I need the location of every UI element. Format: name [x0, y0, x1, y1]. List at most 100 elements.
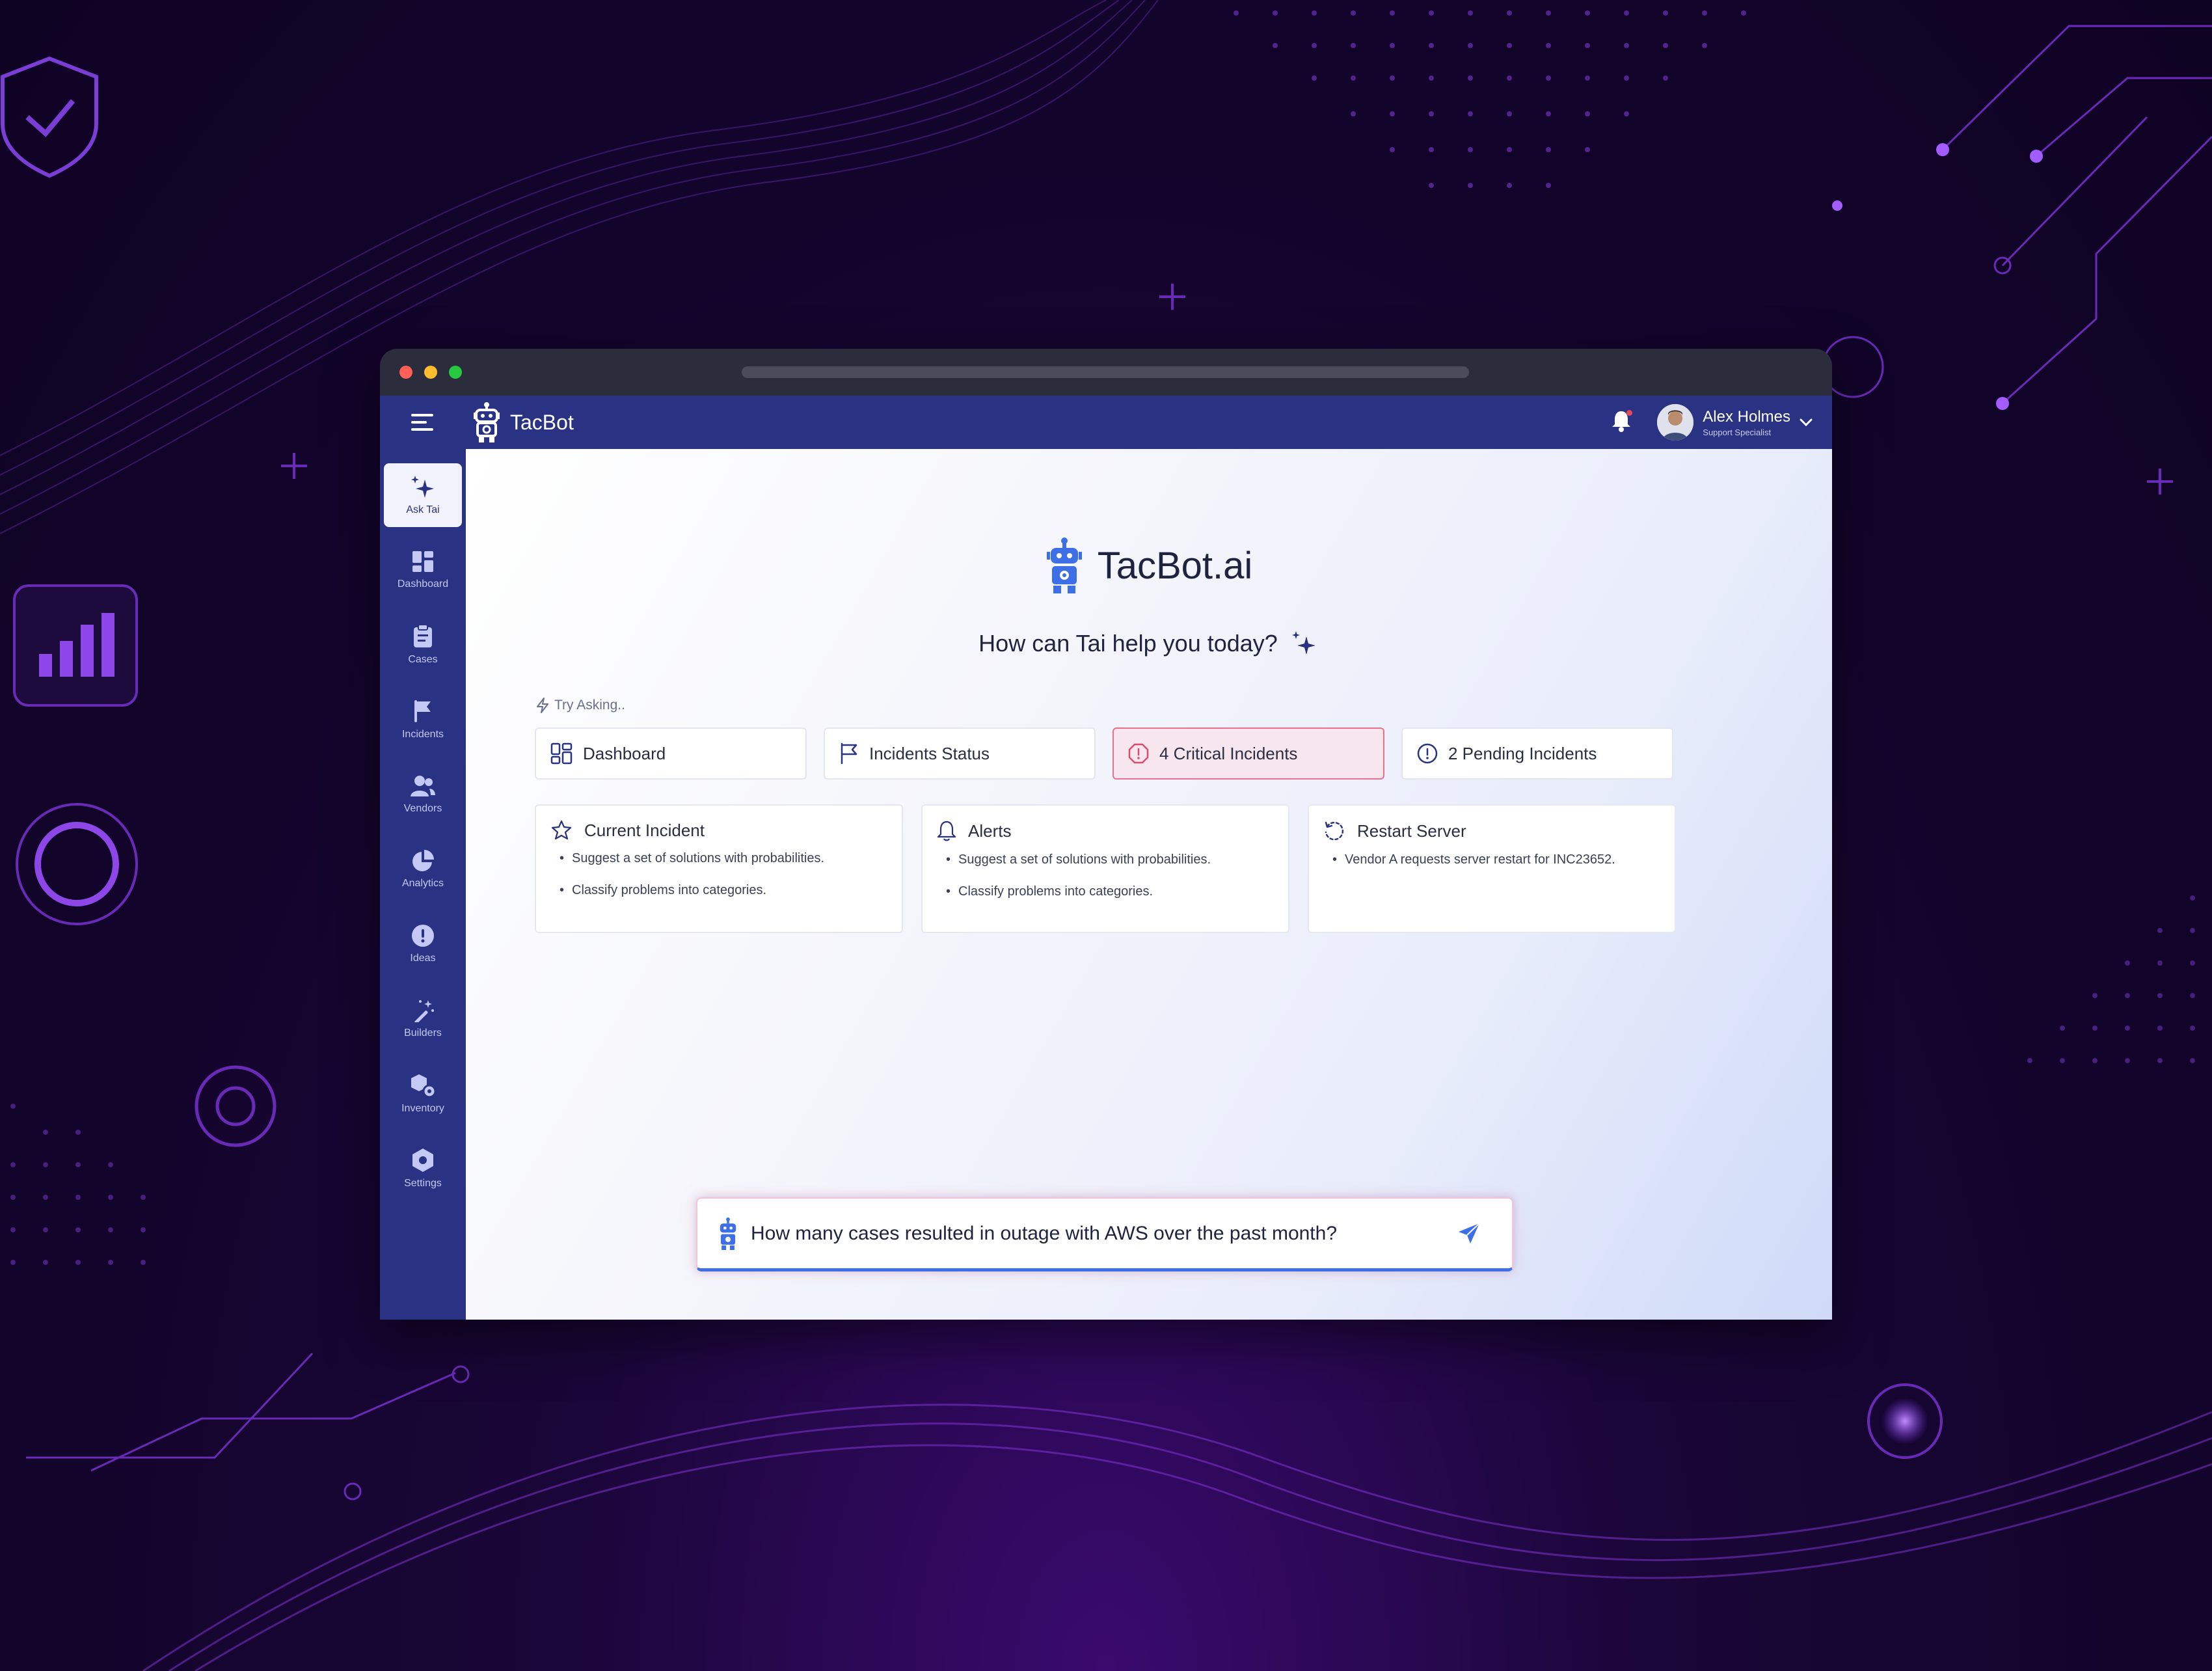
sparkle-icon [1291, 631, 1315, 655]
try-asking-label: Try Asking.. [554, 698, 625, 713]
chip-dashboard[interactable]: Dashboard [535, 727, 807, 780]
user-role: Support Specialist [1703, 427, 1772, 437]
close-window-button[interactable] [399, 366, 412, 379]
lightning-icon [537, 698, 548, 713]
sidebar-item-inventory[interactable]: Inventory [384, 1062, 462, 1126]
sidebar-item-label: Inventory [401, 1103, 444, 1114]
maximize-window-button[interactable] [449, 366, 462, 379]
hexagon-gear-icon [412, 1148, 433, 1172]
donut-icon [16, 803, 138, 925]
chip-label: 2 Pending Incidents [1448, 743, 1597, 763]
ask-bar [696, 1197, 1513, 1271]
robot-icon [474, 402, 500, 442]
sidebar-item-label: Analytics [401, 878, 444, 889]
card-restart-server[interactable]: Restart Server Vendor A requests server … [1308, 804, 1676, 933]
user-name: Alex Holmes [1703, 407, 1790, 426]
bar-chart-icon [13, 584, 138, 707]
sidebar-item-builders[interactable]: Builders [384, 987, 462, 1051]
sidebar-item-label: Incidents [401, 729, 444, 740]
magic-wand-icon [414, 1000, 434, 1022]
sidebar-item-incidents[interactable]: Incidents [384, 688, 462, 752]
card-bullet: Classify problems into categories. [560, 883, 887, 898]
gear-icon [195, 1065, 276, 1147]
browser-titlebar [380, 349, 1832, 396]
sidebar-item-label: Dashboard [397, 578, 449, 590]
try-asking: Try Asking.. [536, 698, 625, 713]
user-info[interactable]: Alex Holmes Support Specialist [1703, 408, 1790, 437]
chip-label: 4 Critical Incidents [1159, 743, 1298, 763]
card-alerts[interactable]: Alerts Suggest a set of solutions with p… [921, 804, 1289, 933]
sidebar: Ask Tai Dashboard Cases Incidents Vendor… [380, 449, 466, 1320]
exclamation-icon [412, 925, 434, 947]
sidebar-item-settings[interactable]: Settings [384, 1137, 462, 1201]
minimize-window-button[interactable] [424, 366, 437, 379]
send-icon [1459, 1222, 1480, 1243]
chip-pending-incidents[interactable]: 2 Pending Incidents [1401, 727, 1673, 780]
card-title: Current Incident [584, 820, 705, 840]
robot-icon [720, 1217, 736, 1250]
refresh-icon [1325, 821, 1343, 841]
chip-label: Incidents Status [869, 743, 990, 763]
avatar[interactable] [1657, 404, 1694, 441]
ask-input[interactable] [751, 1222, 1450, 1245]
grid-icon [550, 742, 573, 765]
robot-logo-icon [1046, 537, 1082, 593]
hero: TacBot.ai [466, 537, 1832, 593]
sidebar-item-ask-tai[interactable]: Ask Tai [384, 463, 462, 527]
card-bullet: Suggest a set of solutions with probabil… [560, 851, 887, 866]
subtitle-text: How can Tai help you today? [978, 630, 1278, 657]
sidebar-item-dashboard[interactable]: Dashboard [384, 538, 462, 602]
shield-icon [0, 56, 98, 178]
sparkle-icon [411, 476, 434, 498]
pie-chart-icon [412, 850, 434, 871]
card-title: Restart Server [1357, 821, 1466, 841]
users-icon [411, 776, 435, 796]
flag-icon [841, 742, 857, 765]
sidebar-item-label: Settings [404, 1178, 442, 1189]
sidebar-item-label: Builders [404, 1027, 442, 1039]
dashboard-icon [412, 551, 433, 572]
send-button[interactable] [1450, 1214, 1489, 1253]
suggestion-cards: Current Incident Suggest a set of soluti… [535, 804, 1694, 933]
sidebar-item-label: Vendors [403, 803, 442, 814]
sidebar-item-vendors[interactable]: Vendors [384, 763, 462, 826]
user-photo-icon [1657, 404, 1694, 441]
chip-critical-incidents[interactable]: 4 Critical Incidents [1113, 727, 1384, 780]
chip-incidents-status[interactable]: Incidents Status [824, 727, 1096, 780]
card-bullet: Suggest a set of solutions with probabil… [946, 852, 1274, 867]
sidebar-item-ideas[interactable]: Ideas [384, 912, 462, 976]
chip-label: Dashboard [583, 743, 666, 763]
notifications-button[interactable] [1612, 410, 1633, 435]
suggestion-chips: Dashboard Incidents Status 4 Critical In… [535, 727, 1690, 780]
star-badge-icon [551, 820, 572, 840]
address-bar[interactable] [742, 366, 1469, 378]
clipboard-icon [414, 624, 432, 647]
browser-window: TacBot Alex Holmes Support Specialist As… [380, 349, 1832, 1320]
brand[interactable]: TacBot [472, 402, 574, 442]
boxes-icon [411, 1074, 436, 1098]
subtitle: How can Tai help you today? [466, 629, 1832, 659]
card-title: Alerts [968, 821, 1012, 841]
bell-icon [937, 821, 956, 841]
sidebar-item-cases[interactable]: Cases [384, 613, 462, 677]
brand-name: TacBot [510, 410, 574, 434]
card-bullet: Vendor A requests server restart for INC… [1332, 852, 1660, 867]
sidebar-item-label: Ask Tai [406, 504, 440, 515]
app-body: Ask Tai Dashboard Cases Incidents Vendor… [380, 449, 1832, 1320]
flag-icon [414, 700, 431, 722]
notification-badge [1626, 410, 1633, 416]
card-bullet: Classify problems into categories. [946, 884, 1274, 899]
menu-icon [411, 414, 433, 431]
app-header: TacBot Alex Holmes Support Specialist [380, 396, 1832, 449]
sidebar-item-label: Ideas [410, 953, 436, 964]
header-right: Alex Holmes Support Specialist [1612, 396, 1813, 449]
chevron-down-icon[interactable] [1800, 418, 1813, 427]
page-title: TacBot.ai [1097, 544, 1253, 587]
hamburger-menu-button[interactable] [380, 396, 466, 449]
alert-circle-icon [1417, 743, 1438, 764]
sidebar-item-label: Cases [408, 654, 438, 665]
alert-octagon-icon [1128, 743, 1149, 764]
card-current-incident[interactable]: Current Incident Suggest a set of soluti… [535, 804, 903, 933]
main-panel: TacBot.ai How can Tai help you today? Tr… [466, 449, 1832, 1320]
sidebar-item-analytics[interactable]: Analytics [384, 837, 462, 901]
